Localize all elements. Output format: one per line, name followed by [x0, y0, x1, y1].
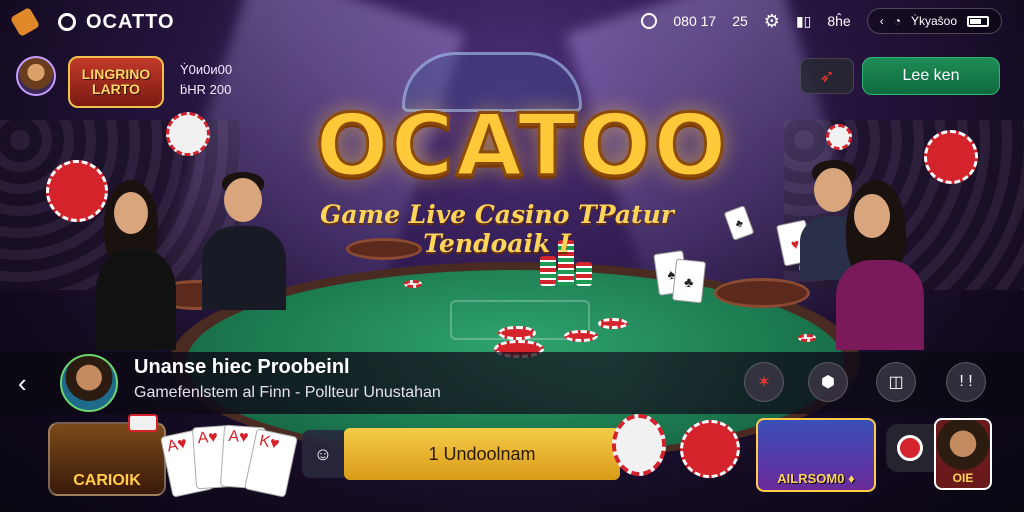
game-thumb-monkey[interactable]: CARIOIK — [48, 422, 166, 496]
rocket-button[interactable]: ➶ — [800, 58, 854, 94]
logo-line-2: LARTO — [92, 81, 140, 97]
chip-stack — [576, 262, 592, 286]
record-dot-icon — [897, 435, 923, 461]
dealer-caption: OIE — [952, 471, 974, 485]
hero-title: OCATOO — [314, 96, 729, 196]
battery-icon — [967, 15, 989, 27]
more-button[interactable]: ! ! — [946, 362, 986, 402]
chip — [404, 280, 422, 288]
time-text: 080 17 — [673, 13, 717, 29]
account-pill-text: Ẏkyaŝoo — [910, 14, 957, 28]
status-icons: 080 17 25 ⚙ ▮▯ 8ĥe ‹ ◔ Ẏkyaŝoo — [641, 8, 1002, 34]
signal-text: 25 — [732, 13, 748, 29]
balance-panel: Ẏ0ᴎ0ᴎ00 ḃHR 200 — [180, 60, 232, 100]
join-button[interactable]: 1 Undoolnam — [344, 428, 620, 480]
live-room-thumb[interactable]: AILRSOM0 ♦ — [756, 418, 876, 492]
mascot-icon: ☺ — [302, 430, 344, 478]
player-woman-right — [836, 180, 924, 350]
dealer-thumb[interactable]: OIE — [934, 418, 992, 490]
casino-logo-badge: LINGRINO LARTO — [68, 56, 164, 108]
balance-line-1: Ẏ0ᴎ0ᴎ00 — [180, 62, 233, 77]
game-badge-icon — [128, 414, 158, 432]
rocket-icon: ➶ — [819, 65, 835, 86]
camera-button[interactable]: ◫ — [876, 362, 916, 402]
balance-line-2: ḃHR 200 — [180, 82, 232, 97]
side-table-right — [714, 278, 810, 308]
host-avatar[interactable] — [60, 354, 118, 412]
player-woman-left — [96, 180, 176, 350]
floating-chip — [826, 124, 852, 150]
card-fan: A♥ A♥ A♥ K♥ — [160, 424, 298, 498]
chat-icon: ◔ — [893, 14, 901, 28]
login-button[interactable]: Lee ken — [862, 57, 1000, 95]
game-caption: CARIOIK — [73, 472, 141, 489]
location-pin-icon — [58, 13, 76, 31]
grid-icon[interactable]: ▮▯ — [796, 13, 811, 30]
account-pill[interactable]: ‹ ◔ Ẏkyaŝoo — [866, 8, 1002, 34]
chip — [598, 318, 628, 329]
back-arrow-icon[interactable]: ‹ — [18, 368, 40, 398]
share-button[interactable]: ✶ — [744, 362, 784, 402]
tag-icon[interactable] — [9, 6, 41, 38]
playing-card: ♣ — [671, 258, 707, 304]
shield-icon: ⬢ — [821, 374, 835, 391]
battery-label: 8ĥe — [827, 13, 851, 29]
live-room-caption: AILRSOM0 ♦ — [777, 471, 855, 486]
chip — [498, 326, 536, 340]
gear-icon[interactable]: ⚙ — [764, 11, 780, 32]
hero-subtitle: Game Live Casino TPatur Tendoaik I — [320, 200, 674, 258]
room-subtitle: Gamefenlstem al Finn - Pollteur Unustaha… — [134, 384, 441, 401]
logo-line-1: LINGRINO — [81, 66, 151, 83]
shield-button[interactable]: ⬢ — [808, 362, 848, 402]
camera-icon: ◫ — [888, 374, 904, 391]
chip-stack — [540, 256, 556, 286]
chip — [564, 330, 598, 342]
sparkle-icon: ✶ — [757, 374, 771, 391]
record-icon — [641, 13, 658, 29]
chevron-left-icon: ‹ — [879, 14, 884, 28]
dice-chip-icon — [612, 414, 666, 476]
user-avatar[interactable] — [16, 56, 56, 96]
room-title: Unanse hiec Proobeinl — [134, 356, 350, 378]
chip — [798, 334, 816, 342]
app-title: OCATTO — [86, 10, 175, 33]
info-icon: ! ! — [959, 373, 973, 390]
record-button[interactable] — [886, 424, 934, 472]
